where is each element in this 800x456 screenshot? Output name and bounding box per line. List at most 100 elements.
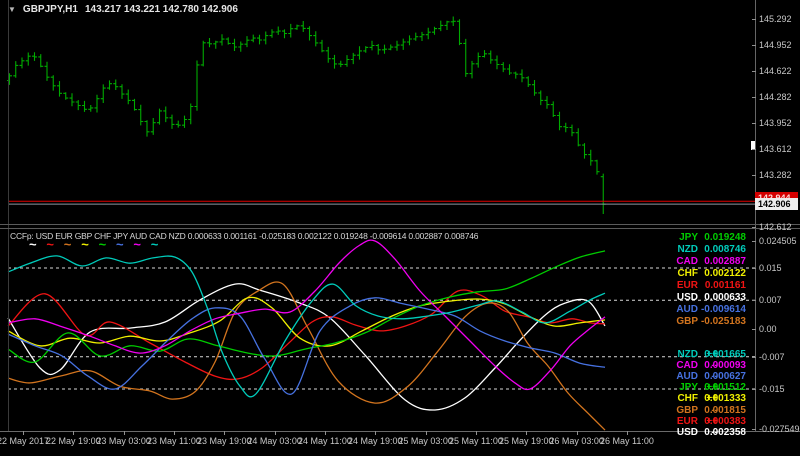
slope-value: 0.001815 bbox=[704, 404, 746, 416]
slope-value: 0.000627 bbox=[704, 371, 746, 383]
price-axis-label: 143.952 bbox=[759, 117, 792, 128]
indicator-axis-tick bbox=[752, 300, 756, 302]
price-axis-label: 145.292 bbox=[759, 14, 792, 24]
time-axis-tick bbox=[375, 431, 377, 435]
current-value-row-AUD: AUD -0.009614 bbox=[608, 304, 748, 316]
indicator-axis-label: 0.024505 bbox=[759, 236, 797, 246]
currency-value: -0.025183 bbox=[700, 316, 746, 327]
price-axis-label: 144.952 bbox=[759, 40, 792, 51]
price-axis-tick bbox=[752, 70, 756, 72]
window-separator-top[interactable] bbox=[0, 224, 800, 225]
current-value-row-CAD: CAD 0.002887 bbox=[608, 256, 748, 268]
indicator-axis-tick bbox=[752, 429, 756, 430]
price-axis-border bbox=[755, 0, 756, 431]
price-axis-tick bbox=[752, 122, 756, 124]
current-value-row-JPY: JPY 0.019248 bbox=[608, 232, 748, 244]
currency-code: GBP bbox=[676, 404, 698, 416]
indicator-axis-label: 0.00 bbox=[759, 323, 777, 334]
price-axis-tick bbox=[752, 174, 756, 176]
time-axis-tick bbox=[526, 431, 528, 435]
window-separator-bottom[interactable] bbox=[0, 228, 800, 229]
price-axis-label: 143.282 bbox=[759, 169, 792, 180]
legend-squiggle-AUD: ~ bbox=[116, 237, 124, 252]
legend-squiggle-NZD: ~ bbox=[150, 237, 159, 252]
price-chart-canvas bbox=[7, 16, 755, 214]
indicator-axis-tick bbox=[752, 328, 756, 330]
indicator-axis-label: -0.027549 bbox=[759, 424, 800, 434]
price-bars bbox=[7, 16, 606, 214]
time-axis-label: 26 May 11:00 bbox=[600, 436, 654, 446]
current-value-row-USD: USD 0.000633 bbox=[608, 292, 748, 304]
time-axis-tick bbox=[626, 431, 628, 435]
slope-value: 0.001665 bbox=[704, 349, 746, 360]
currency-value: 0.002887 bbox=[704, 256, 746, 267]
price-axis-label: 142.612 bbox=[759, 221, 792, 232]
symbol-dropdown-icon[interactable]: ▼ bbox=[8, 5, 16, 14]
currency-value: -0.009614 bbox=[700, 304, 746, 315]
currency-code: CAD bbox=[676, 256, 698, 267]
price-axis-label: 144.282 bbox=[759, 92, 792, 103]
currency-code: CAD bbox=[676, 360, 698, 372]
mt4-chart-window: ▼ GBPJPY,H1 143.217 143.221 142.780 142.… bbox=[0, 0, 800, 456]
price-axis-tick bbox=[752, 226, 756, 228]
legend-squiggle-EUR: ~ bbox=[46, 237, 54, 252]
slope-value: 0.000093 bbox=[704, 360, 746, 372]
currency-value: 0.002122 bbox=[704, 268, 746, 279]
legend-squiggle-CHF: ~ bbox=[81, 237, 89, 252]
legend-squiggle-JPY: ~ bbox=[98, 237, 107, 252]
currency-code: AUD bbox=[676, 371, 698, 383]
slope-value: 0.000383 bbox=[704, 415, 746, 427]
current-value-row-GBP: GBP -0.025183 bbox=[608, 316, 748, 328]
currency-value: 0.001161 bbox=[704, 280, 746, 291]
time-axis-tick bbox=[173, 431, 175, 435]
currency-code: USD bbox=[676, 426, 698, 438]
indicator-axis-label: -0.015 bbox=[759, 383, 785, 394]
indicator-axis-label: -0.007 bbox=[759, 351, 785, 362]
price-axis-tick bbox=[752, 149, 756, 151]
price-axis-label: 144.622 bbox=[759, 65, 792, 76]
currency-code: JPY bbox=[679, 382, 698, 394]
indicator-axis-tick bbox=[752, 268, 756, 269]
slope-value: 0.002358 bbox=[704, 426, 746, 438]
price-axis-tick bbox=[752, 19, 756, 20]
currency-code: AUD bbox=[676, 304, 698, 315]
legend-squiggle-GBP: ~ bbox=[63, 237, 72, 252]
chart-title-symbol: GBPJPY,H1 bbox=[22, 4, 78, 15]
chart-left-border bbox=[8, 0, 9, 431]
indicator-axis-tick bbox=[752, 356, 756, 358]
indicator-axis-label: 0.007 bbox=[759, 295, 782, 306]
currency-value: 0.019248 bbox=[704, 232, 746, 243]
time-axis-tick bbox=[73, 431, 75, 435]
price-axis-label: 143.612 bbox=[759, 144, 792, 155]
legend-squiggle-USD: ~ bbox=[29, 237, 37, 252]
current-value-row-EUR: EUR 0.001161 bbox=[608, 280, 748, 292]
slope-value: 0.001333 bbox=[704, 393, 746, 405]
indicator-axis-tick bbox=[752, 241, 756, 242]
currency-code: EUR bbox=[676, 415, 698, 427]
current-value-row-CHF: CHF 0.002122 bbox=[608, 268, 748, 280]
time-axis-tick bbox=[224, 431, 226, 435]
price-axis-tick bbox=[752, 97, 756, 99]
time-axis-tick bbox=[324, 431, 326, 435]
currency-code: NZD bbox=[677, 349, 698, 360]
time-axis-tick bbox=[123, 431, 125, 435]
currency-code: CHF bbox=[677, 393, 698, 405]
price-axis-tick bbox=[752, 45, 756, 47]
currency-code: EUR bbox=[676, 280, 698, 291]
currency-code: USD bbox=[676, 292, 698, 303]
time-axis-tick bbox=[274, 431, 276, 435]
indicator-axis-label: 0.015 bbox=[759, 263, 782, 273]
currency-code: NZD bbox=[677, 244, 698, 255]
time-axis-tick bbox=[576, 431, 578, 435]
currency-value: 0.008746 bbox=[704, 244, 746, 255]
time-axis-tick bbox=[475, 431, 477, 435]
indicator-axis-tick bbox=[752, 388, 756, 390]
time-axis-tick bbox=[425, 431, 427, 435]
time-axis-tick bbox=[23, 431, 24, 435]
currency-code: GBP bbox=[676, 316, 698, 327]
chart-title-ohlc: 143.217 143.221 142.780 142.906 bbox=[84, 4, 238, 15]
bid-price-box: 142.906 bbox=[755, 198, 798, 211]
chart-title: ▼ GBPJPY,H1 143.217 143.221 142.780 142.… bbox=[8, 4, 238, 15]
legend-squiggle-CAD: ~ bbox=[133, 237, 141, 252]
currency-value: 0.000633 bbox=[704, 292, 746, 303]
